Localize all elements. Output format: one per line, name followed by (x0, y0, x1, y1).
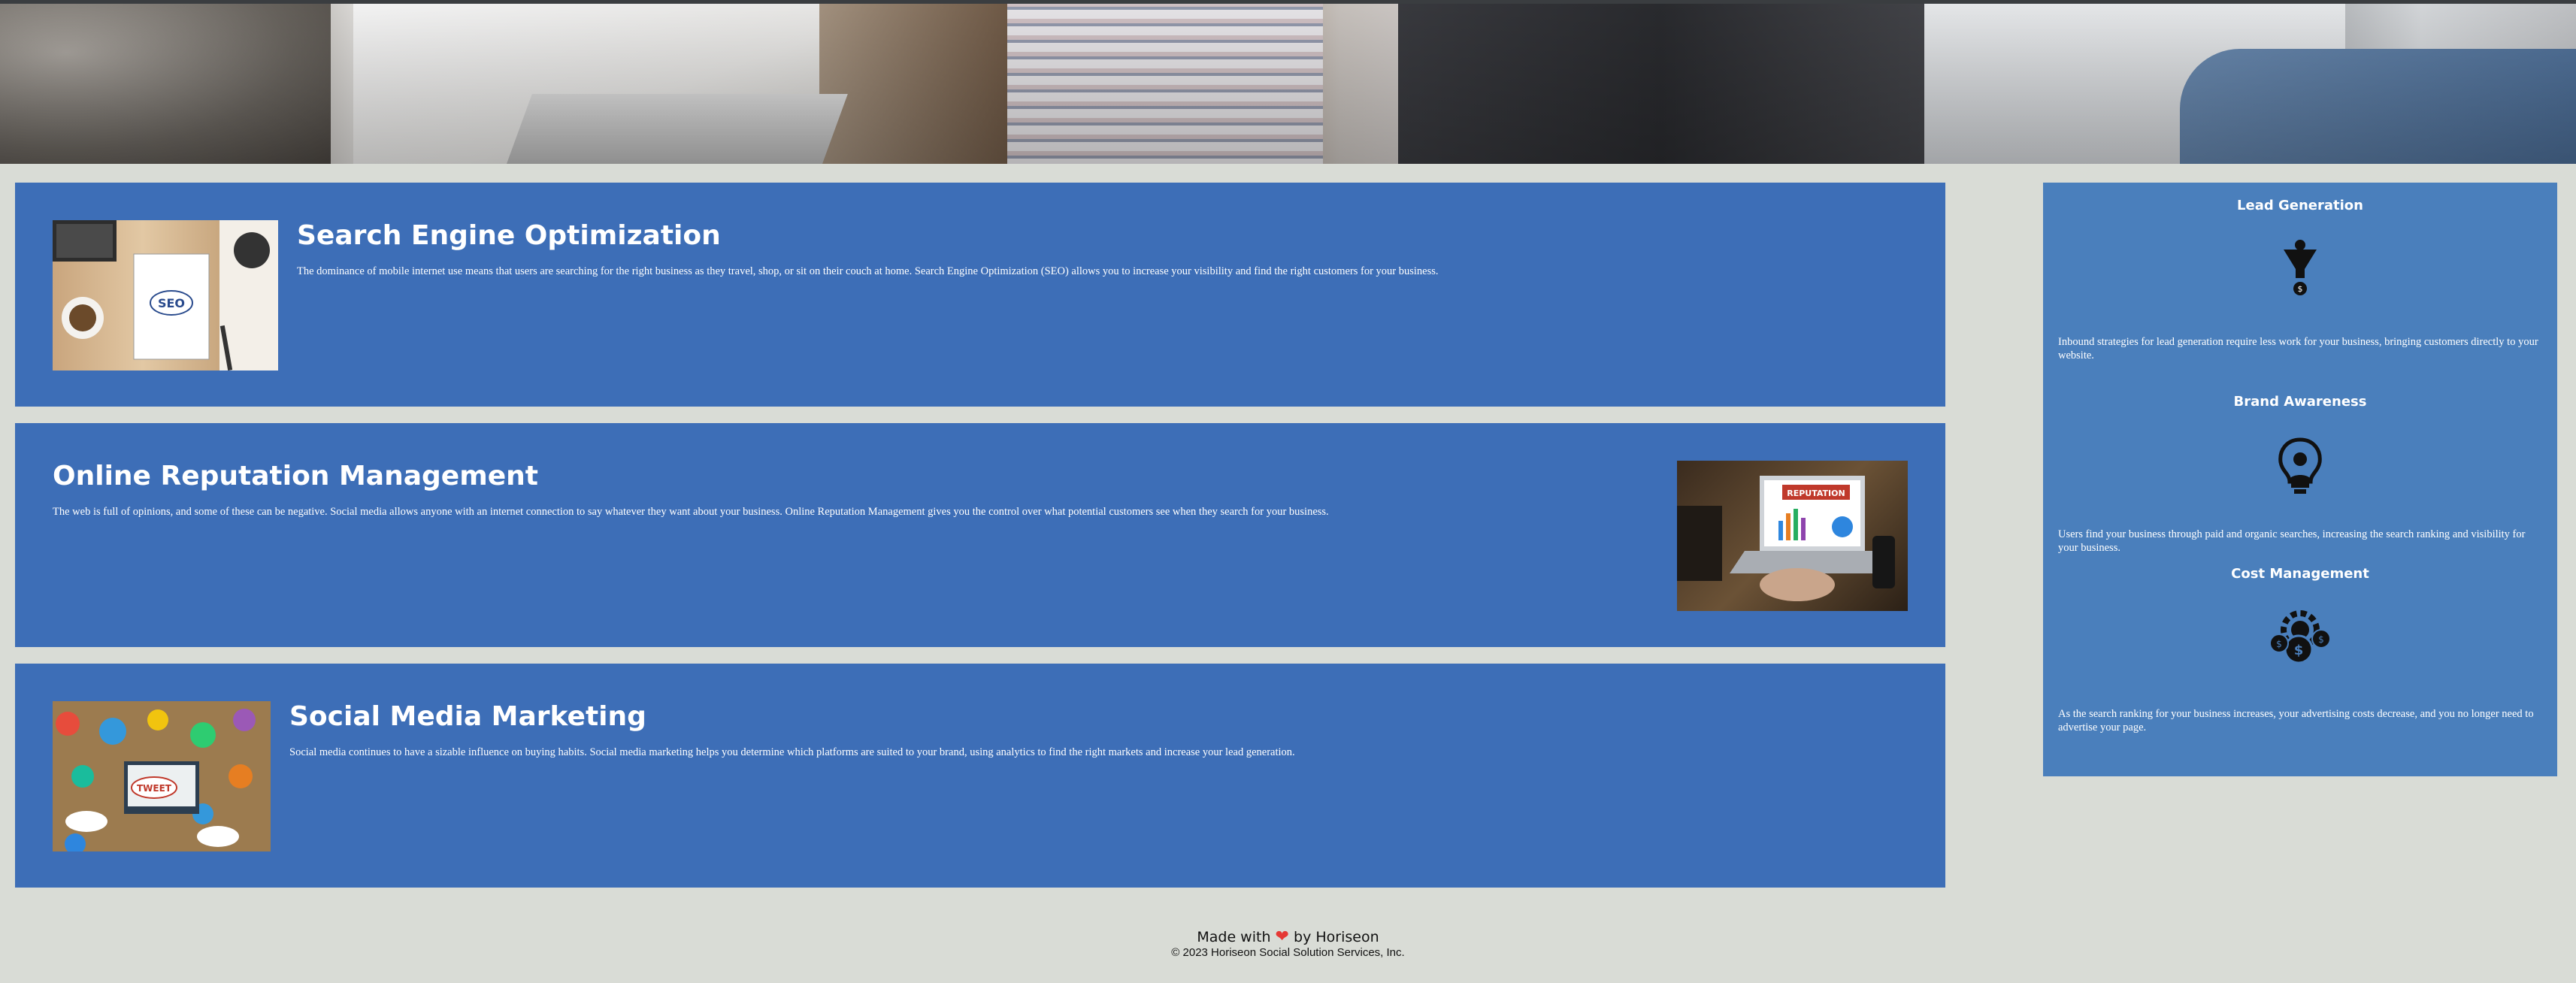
service-description: The dominance of mobile internet use mea… (297, 265, 1439, 277)
hero-laptop (505, 94, 848, 164)
footer-made-with: Made with ❤ by Horiseon (0, 927, 2576, 946)
seo-illustration: SEO (53, 220, 278, 371)
service-title: Search Engine Optimization (297, 220, 721, 251)
benefit-brand-awareness: Brand Awareness Users find your business… (2043, 394, 2557, 554)
svg-text:REPUTATION: REPUTATION (1787, 488, 1845, 498)
footer-copyright: © 2023 Horiseon Social Solution Services… (1171, 946, 1405, 959)
svg-text:$: $ (2318, 634, 2324, 645)
hero-banner (0, 0, 2576, 164)
benefit-lead-generation: Lead Generation $ Inbound strategies for… (2043, 198, 2557, 361)
svg-text:$: $ (2276, 639, 2282, 649)
hero-person-denim (2180, 49, 2576, 164)
svg-text:SEO: SEO (158, 296, 185, 310)
svg-text:TWEET: TWEET (137, 783, 172, 794)
gear-dollar-icon: $ $ $ (2269, 610, 2331, 664)
hero-person-left (0, 4, 331, 164)
made-with-text: Made with (1197, 929, 1271, 945)
hero-person-striped-shirt (1007, 4, 1323, 164)
service-title: Social Media Marketing (289, 701, 646, 732)
service-card-social-media: TWEET Social Media Marketing Social medi… (15, 664, 1945, 888)
service-card-seo: SEO Search Engine Optimization The domin… (15, 183, 1945, 407)
benefit-description: As the search ranking for your business … (2058, 708, 2534, 733)
service-title: Online Reputation Management (53, 461, 538, 491)
heart-icon: ❤ (1275, 927, 1289, 946)
svg-text:$: $ (2294, 643, 2304, 658)
hero-person-white-shirt (353, 4, 819, 164)
service-card-reputation: Online Reputation Management The web is … (15, 423, 1945, 647)
social-media-illustration: TWEET (53, 701, 271, 851)
benefit-cost-management: Cost Management $ $ $ As the search rank… (2043, 566, 2557, 733)
benefits-sidebar: Lead Generation $ Inbound strategies for… (2043, 183, 2557, 776)
reputation-illustration: REPUTATION (1677, 476, 1895, 601)
by-horiseon-text: by Horiseon (1294, 929, 1379, 945)
reputation-image: REPUTATION (1677, 461, 1908, 611)
benefit-title: Cost Management (2231, 566, 2369, 582)
benefit-description: Inbound strategies for lead generation r… (2058, 336, 2538, 361)
benefit-title: Brand Awareness (2233, 394, 2367, 410)
hero-dark-background (1398, 4, 1924, 164)
benefit-description: Users find your business through paid an… (2058, 528, 2526, 554)
service-description: The web is full of opinions, and some of… (53, 506, 1329, 518)
social-media-image: TWEET (53, 701, 271, 851)
benefit-title: Lead Generation (2237, 198, 2363, 213)
svg-text:$: $ (2298, 284, 2303, 294)
lead-funnel-icon: $ (2284, 240, 2317, 295)
hero-window-light (1924, 4, 2345, 164)
lightbulb-person-icon (2278, 437, 2322, 494)
seo-image: SEO (53, 220, 278, 371)
service-description: Social media continues to have a sizable… (289, 746, 1295, 758)
